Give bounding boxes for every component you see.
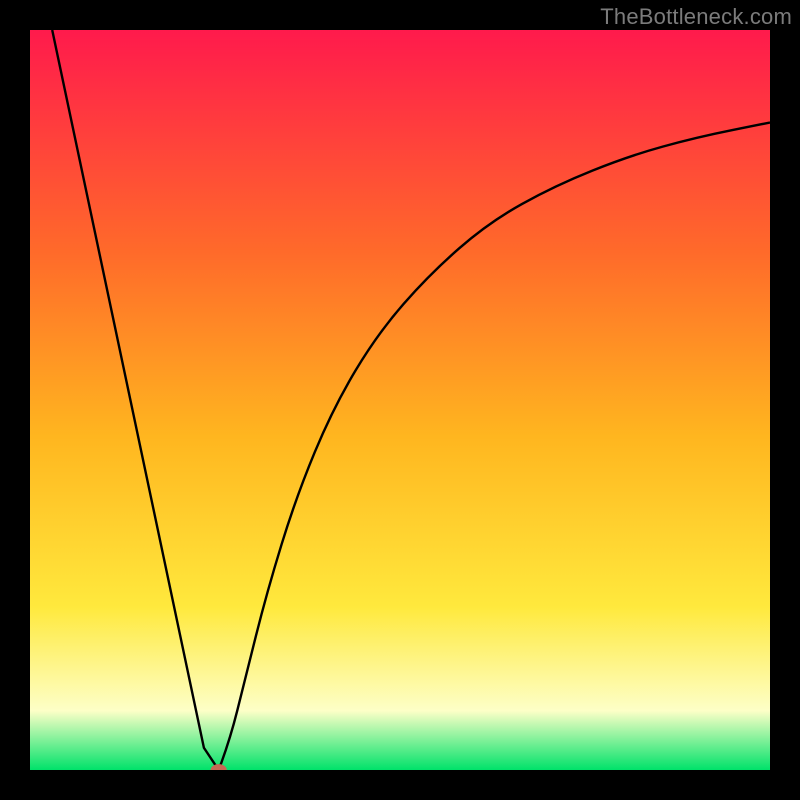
gradient-background: [30, 30, 770, 770]
watermark-text: TheBottleneck.com: [600, 4, 792, 30]
chart-frame: TheBottleneck.com: [0, 0, 800, 800]
plot-area: [30, 30, 770, 770]
chart-svg: [30, 30, 770, 770]
